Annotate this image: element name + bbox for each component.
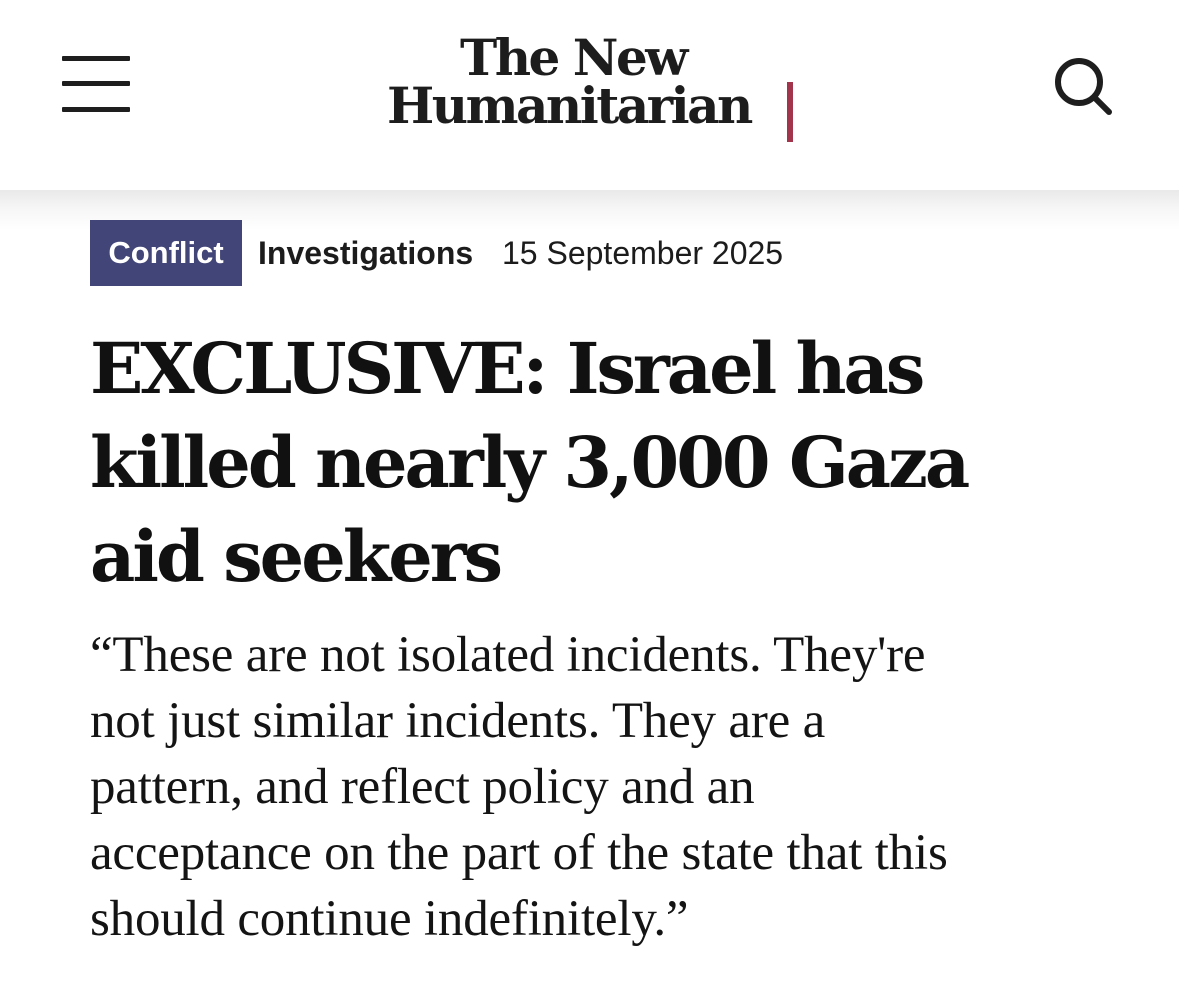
site-logo[interactable]: The New Humanitarian [385,30,805,150]
quote-line: pattern, and reflect policy and an [90,759,755,815]
quote-line: “These are not isolated incidents. They'… [90,627,926,683]
logo-line-2: Humanitarian [387,76,753,135]
site-header: The New Humanitarian [0,0,1179,190]
article-standfirst-quote: “These are not isolated incidents. They'… [90,622,1130,952]
quote-line: not just similar incidents. They are a [90,693,826,749]
article-meta: Conflict Investigations 15 September 202… [90,220,1090,286]
category-tag[interactable]: Conflict [90,220,242,286]
publish-date: 15 September 2025 [502,235,784,271]
logo-accent-bar [787,82,793,142]
headline-line: EXCLUSIVE: Israel has [90,327,925,410]
quote-line: should continue indefinitely.” [90,891,689,947]
menu-line [62,56,130,61]
section-link[interactable]: Investigations [258,220,473,286]
menu-line [62,107,130,112]
quote-line: acceptance on the part of the state that… [90,825,948,881]
search-icon[interactable] [1052,55,1114,117]
hamburger-menu-icon[interactable] [62,56,130,114]
headline-line: aid seekers [90,515,503,598]
headline-line: killed nearly 3,000 Gaza [90,421,970,504]
menu-line [62,81,130,86]
article-headline: EXCLUSIVE: Israel has killed nearly 3,00… [90,322,1090,604]
